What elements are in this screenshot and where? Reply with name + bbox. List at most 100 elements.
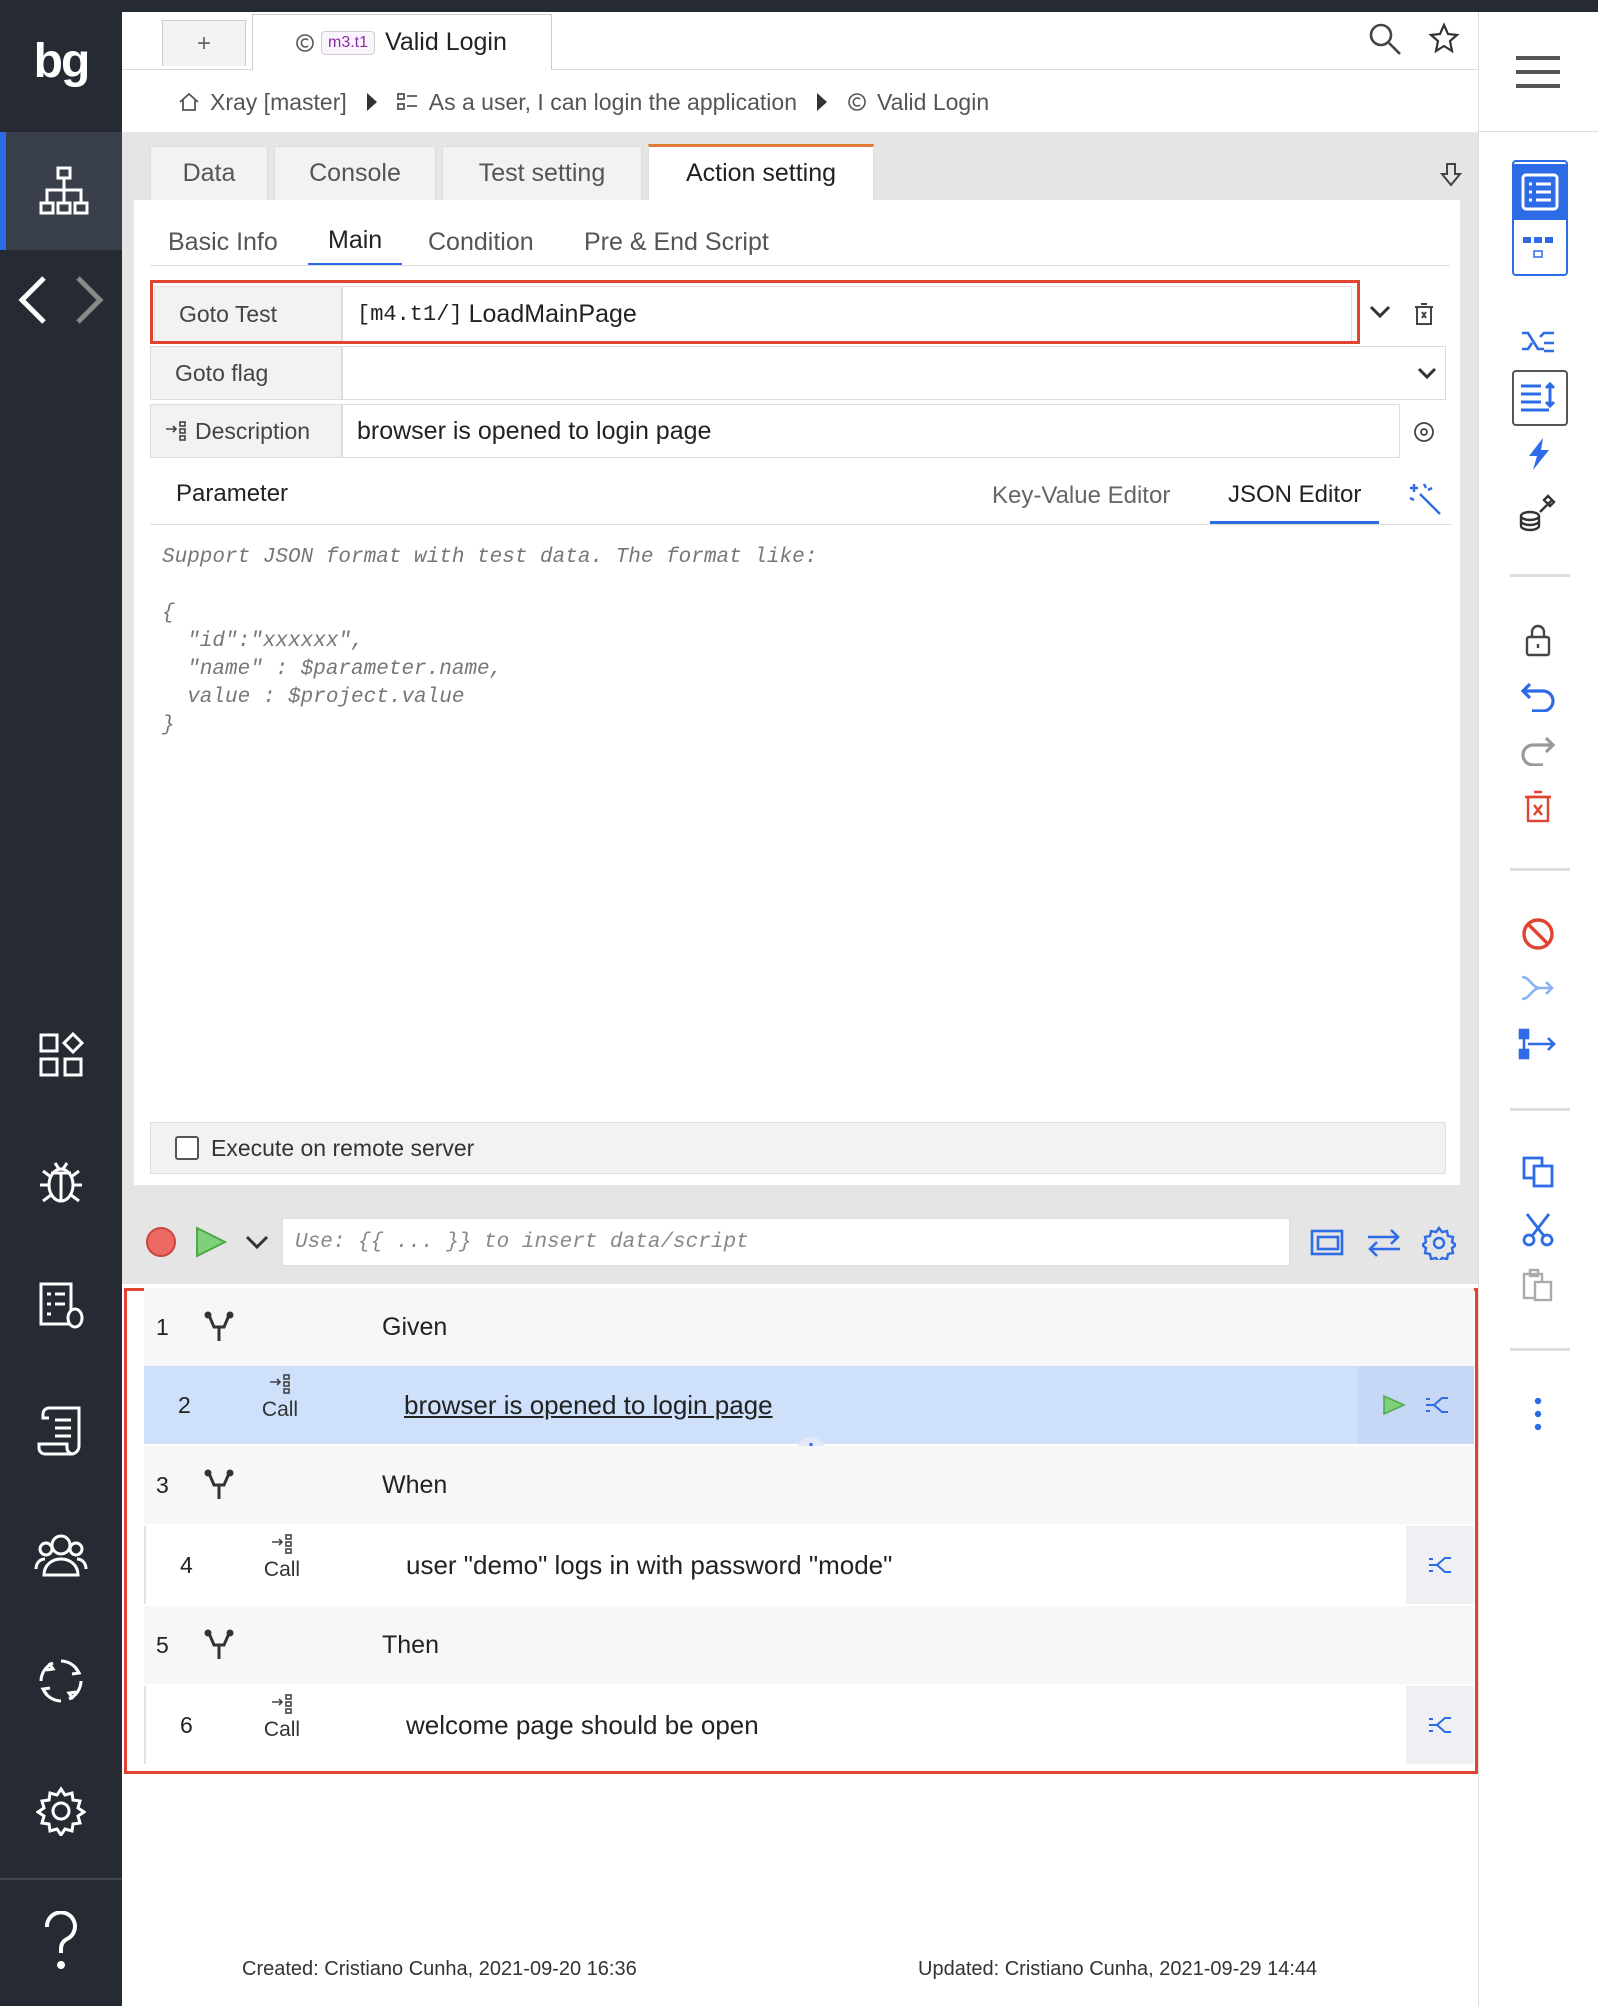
step-number: 5 <box>156 1631 169 1658</box>
team-icon[interactable] <box>0 1520 122 1590</box>
toolbar-separator <box>1510 574 1570 577</box>
tab-key-value-editor[interactable]: Key-Value Editor <box>992 482 1170 510</box>
breadcrumb: Xray [master] As a user, I can login the… <box>178 84 989 120</box>
command-input[interactable]: Use: {{ ... }} to insert data/script <box>282 1218 1290 1266</box>
goto-test-highlight <box>150 280 1360 344</box>
search-icon[interactable] <box>1368 22 1402 56</box>
lock-icon[interactable] <box>1478 618 1598 662</box>
toolbar-separator <box>1510 868 1570 871</box>
step-text[interactable]: welcome page should be open <box>406 1710 759 1741</box>
subtab-pre-end-script[interactable]: Pre & End Script <box>584 218 769 266</box>
bug-icon[interactable] <box>0 1146 122 1216</box>
step-text[interactable]: user "demo" logs in with password "mode" <box>406 1550 892 1581</box>
subtab-main[interactable]: Main <box>308 218 403 266</box>
shuffle-icon[interactable] <box>1427 1555 1453 1575</box>
step-row[interactable]: 5 Then <box>144 1606 1474 1684</box>
run-step-icon[interactable] <box>1382 1394 1406 1416</box>
sync-icon[interactable] <box>0 1646 122 1716</box>
description-field[interactable]: browser is opened to login page <box>342 404 1400 458</box>
json-editor-hint[interactable]: Support JSON format with test data. The … <box>162 544 1412 740</box>
step-actions <box>1406 1526 1474 1604</box>
branch-icon <box>204 1629 234 1661</box>
test-id-tag: m3.t1 <box>321 30 376 55</box>
step-text-link[interactable]: browser is opened to login page <box>404 1390 773 1421</box>
shuffle-icon[interactable] <box>1424 1395 1450 1415</box>
step-keyword: Then <box>382 1630 439 1659</box>
step-number: 3 <box>156 1471 169 1498</box>
gear-icon[interactable] <box>1422 1226 1456 1260</box>
call-step-icon <box>242 1534 322 1554</box>
step-row-selected[interactable]: 2 Call browser is opened to login page <box>144 1366 1474 1444</box>
delete-icon[interactable] <box>1478 784 1598 828</box>
branch-icon <box>204 1469 234 1501</box>
paste-icon[interactable] <box>1478 1264 1598 1308</box>
app-logo[interactable]: bg <box>0 22 122 102</box>
remote-server-row[interactable]: Execute on remote server <box>150 1122 1446 1174</box>
play-icon[interactable] <box>194 1226 228 1258</box>
help-icon[interactable] <box>0 1906 122 1976</box>
sort-lines-icon[interactable] <box>1478 374 1598 422</box>
tab-test-setting[interactable]: Test setting <box>442 146 642 200</box>
undo-icon[interactable] <box>1478 674 1598 718</box>
tab-json-editor[interactable]: JSON Editor <box>1210 468 1380 524</box>
expand-eye-icon[interactable] <box>1412 420 1436 444</box>
record-icon[interactable] <box>145 1226 177 1258</box>
tab-data[interactable]: Data <box>150 146 268 200</box>
clear-icon[interactable] <box>1414 302 1434 326</box>
disable-icon[interactable] <box>1478 912 1598 956</box>
redo-icon[interactable] <box>1478 728 1598 772</box>
hamburger-menu-icon[interactable] <box>1478 50 1598 94</box>
caret-right-icon <box>365 91 379 113</box>
branch-out-icon[interactable] <box>1478 1022 1598 1066</box>
subtab-condition[interactable]: Condition <box>428 218 534 266</box>
step-row[interactable]: 3 When <box>144 1446 1474 1524</box>
test-report-icon[interactable] <box>0 1270 122 1340</box>
cut-icon[interactable] <box>1478 1208 1598 1252</box>
list-view-icon[interactable] <box>1513 164 1567 220</box>
flow-view-icon[interactable] <box>1478 226 1598 270</box>
shuffle-icon[interactable] <box>1427 1715 1453 1735</box>
test-case-icon <box>847 92 867 112</box>
step-actions <box>1358 1366 1474 1444</box>
new-tab-button[interactable]: + <box>162 20 246 66</box>
step-row[interactable]: 6 Call welcome page should be open <box>144 1686 1474 1764</box>
shuffle-list-icon[interactable] <box>1478 320 1598 364</box>
goto-flag-select[interactable] <box>342 346 1446 400</box>
chevron-down-icon[interactable] <box>244 1234 270 1252</box>
call-indicator: Call <box>242 1694 322 1742</box>
step-row[interactable]: 1 Given <box>144 1288 1474 1366</box>
subtab-divider <box>150 265 1450 266</box>
tab-console[interactable]: Console <box>274 146 436 200</box>
breadcrumb-project[interactable]: Xray [master] <box>210 89 347 116</box>
tab-valid-login[interactable]: m3.t1 Valid Login <box>252 14 552 70</box>
sitemap-icon[interactable] <box>0 132 122 250</box>
step-keyword: Given <box>382 1312 448 1341</box>
chevron-down-icon[interactable] <box>1368 304 1392 320</box>
description-label: Description <box>150 404 342 458</box>
subtab-basic-info[interactable]: Basic Info <box>168 218 278 266</box>
components-icon[interactable] <box>0 1020 122 1090</box>
swap-icon[interactable] <box>1366 1228 1402 1258</box>
chevron-down-icon[interactable] <box>1416 366 1438 380</box>
magic-wand-icon[interactable] <box>1408 482 1442 516</box>
copy-icon[interactable] <box>1478 1150 1598 1194</box>
code-nav-icon[interactable] <box>0 262 122 338</box>
breadcrumb-test[interactable]: Valid Login <box>877 89 989 116</box>
call-step-icon <box>240 1374 320 1394</box>
step-number: 1 <box>156 1313 169 1340</box>
download-icon[interactable] <box>1440 162 1462 188</box>
script-icon[interactable] <box>0 1396 122 1466</box>
lightning-icon[interactable] <box>1478 432 1598 476</box>
remote-server-checkbox[interactable] <box>175 1136 199 1160</box>
settings-icon[interactable] <box>0 1776 122 1846</box>
more-options-icon[interactable] <box>1478 1392 1598 1436</box>
merge-icon[interactable] <box>1478 966 1598 1010</box>
step-row[interactable]: 4 Call user "demo" logs in with password… <box>144 1526 1474 1604</box>
goto-flag-label: Goto flag <box>150 346 342 400</box>
star-icon[interactable] <box>1428 22 1460 54</box>
toolbar-separator <box>1510 1108 1570 1111</box>
window-icon[interactable] <box>1310 1228 1344 1258</box>
database-wrench-icon[interactable] <box>1478 490 1598 534</box>
breadcrumb-feature[interactable]: As a user, I can login the application <box>429 89 797 116</box>
tab-action-setting[interactable]: Action setting <box>648 144 874 200</box>
